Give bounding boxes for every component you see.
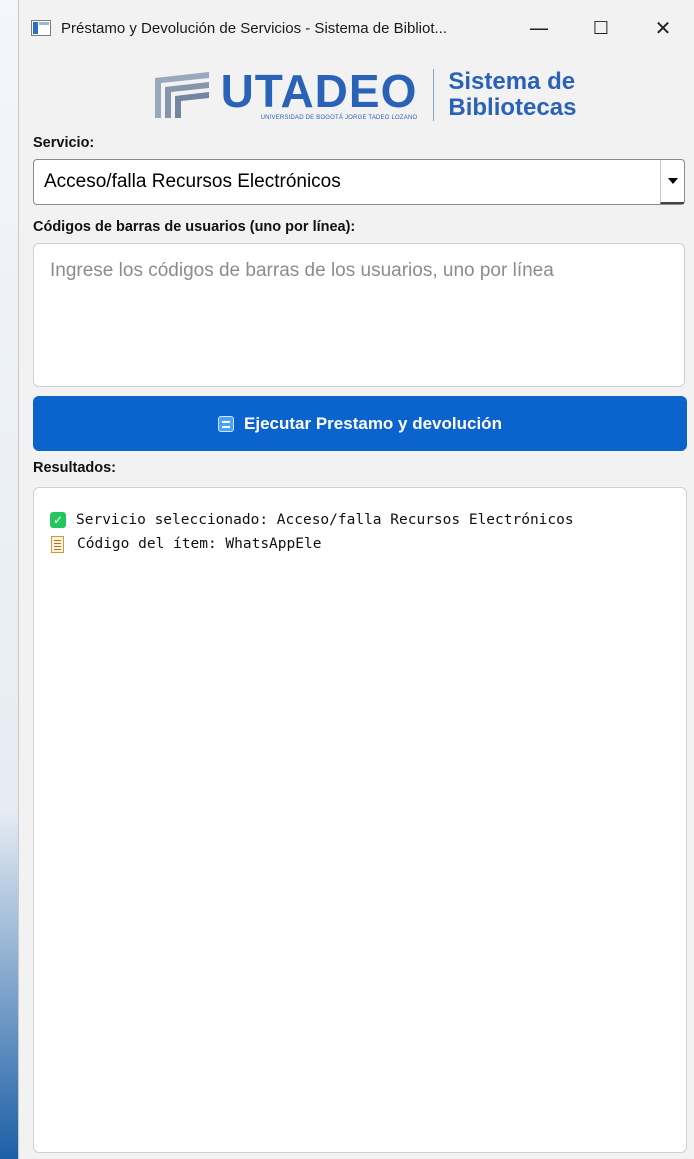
utadeo-logo-mark-icon bbox=[154, 72, 209, 118]
brand-subtitle: UNIVERSIDAD DE BOGOTÁ JORGE TADEO LOZANO bbox=[260, 115, 418, 121]
close-button[interactable]: ✕ bbox=[632, 0, 694, 56]
maximize-button[interactable]: ☐ bbox=[570, 0, 632, 56]
run-button-label: Ejecutar Prestamo y devolución bbox=[244, 413, 502, 433]
brand-name: UTADEO bbox=[220, 65, 418, 117]
service-select[interactable]: Acceso/falla Recursos Electrónicos bbox=[33, 159, 685, 205]
result-text: Servicio seleccionado: Acceso/falla Recu… bbox=[76, 512, 574, 528]
result-line: Código del ítem: WhatsAppEle bbox=[50, 532, 670, 556]
check-icon: ✓ bbox=[50, 512, 66, 528]
swap-icon bbox=[218, 415, 235, 432]
app-window: Préstamo y Devolución de Servicios - Sis… bbox=[18, 0, 694, 1159]
service-selected-value: Acceso/falla Recursos Electrónicos bbox=[44, 171, 341, 192]
barcodes-input[interactable]: Ingrese los códigos de barras de los usu… bbox=[33, 243, 685, 387]
desktop-background bbox=[0, 0, 20, 1159]
app-icon bbox=[31, 20, 51, 36]
window-controls: — ☐ ✕ bbox=[508, 0, 694, 56]
logo-divider bbox=[433, 69, 435, 121]
chevron-down-icon[interactable] bbox=[660, 160, 684, 204]
result-line: ✓ Servicio seleccionado: Acceso/falla Re… bbox=[50, 508, 670, 532]
results-label: Resultados: bbox=[33, 460, 116, 476]
utadeo-logo: UTADEO UNIVERSIDAD DE BOGOTÁ JORGE TADEO… bbox=[19, 60, 694, 130]
result-text: Código del ítem: WhatsAppEle bbox=[77, 536, 322, 552]
system-name-line1: Sistema de bbox=[448, 68, 576, 95]
results-panel[interactable]: ✓ Servicio seleccionado: Acceso/falla Re… bbox=[33, 487, 687, 1153]
title-bar[interactable]: Préstamo y Devolución de Servicios - Sis… bbox=[19, 0, 694, 56]
window-title: Préstamo y Devolución de Servicios - Sis… bbox=[61, 19, 447, 37]
service-label: Servicio: bbox=[33, 135, 95, 151]
run-loan-return-button[interactable]: Ejecutar Prestamo y devolución bbox=[33, 396, 687, 451]
barcodes-label: Códigos de barras de usuarios (uno por l… bbox=[33, 219, 356, 235]
memo-icon bbox=[51, 535, 64, 553]
system-name-line2: Bibliotecas bbox=[448, 94, 577, 121]
minimize-button[interactable]: — bbox=[508, 0, 570, 56]
